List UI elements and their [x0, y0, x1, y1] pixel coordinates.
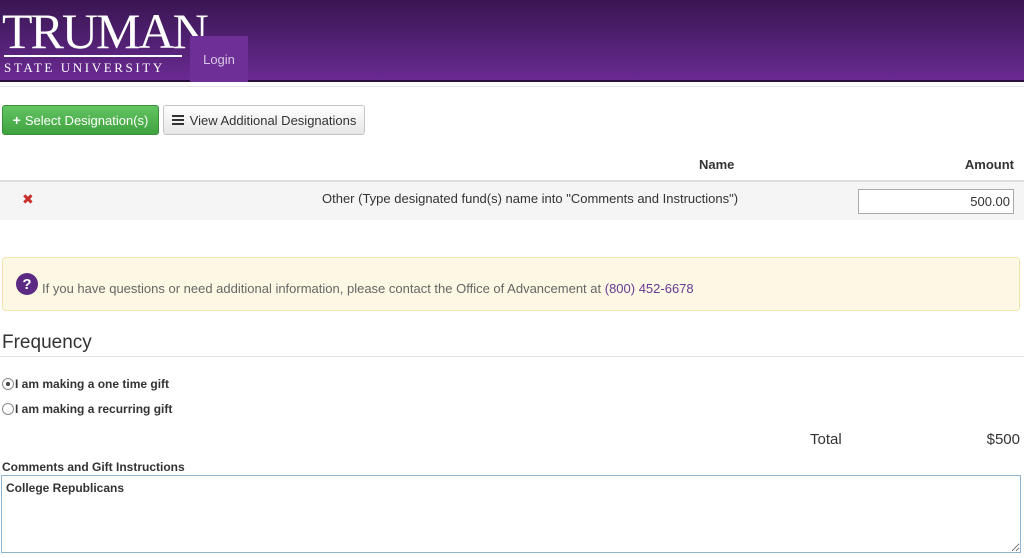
info-alert: ? If you have questions or need addition…: [2, 257, 1020, 311]
advancement-phone-link[interactable]: (800) 452-6678: [605, 281, 694, 296]
site-header: TRUMAN STATE UNIVERSITY Login: [0, 0, 1024, 82]
comments-label: Comments and Gift Instructions: [2, 460, 185, 474]
truman-logo[interactable]: TRUMAN STATE UNIVERSITY: [2, 6, 209, 76]
recurring-gift-label: I am making a recurring gift: [15, 402, 173, 416]
list-icon: [171, 115, 184, 125]
frequency-heading: Frequency: [2, 332, 92, 353]
one-time-gift-label: I am making a one time gift: [15, 377, 170, 391]
remove-x-icon[interactable]: ✖: [22, 191, 34, 208]
total-value: $500: [986, 431, 1020, 448]
logo-subtitle: STATE UNIVERSITY: [4, 60, 165, 75]
recurring-gift-radio[interactable]: [2, 403, 14, 415]
table-row: ✖ Other (Type designated fund(s) name in…: [0, 182, 1024, 220]
one-time-gift-option[interactable]: I am making a one time gift: [2, 377, 169, 391]
view-additional-designations-button[interactable]: View Additional Designations: [163, 105, 365, 135]
plus-icon: +: [12, 112, 21, 128]
select-designations-button[interactable]: + Select Designation(s): [2, 105, 159, 135]
logo-divider: [4, 55, 182, 57]
column-header-amount: Amount: [964, 157, 1014, 172]
select-designations-label: Select Designation(s): [24, 112, 149, 128]
amount-input[interactable]: [858, 189, 1014, 214]
logo-wordmark: TRUMAN: [2, 3, 209, 59]
one-time-gift-radio[interactable]: [2, 378, 14, 390]
recurring-gift-option[interactable]: I am making a recurring gift: [2, 402, 172, 416]
question-circle-icon: ?: [16, 273, 38, 295]
login-tab[interactable]: Login: [190, 36, 248, 82]
frequency-divider: [0, 356, 1024, 357]
column-header-name: Name: [699, 157, 735, 172]
comments-textarea[interactable]: College Republicans: [1, 475, 1021, 553]
header-divider: [0, 86, 1024, 87]
total-label: Total: [810, 431, 842, 448]
view-additional-label: View Additional Designations: [189, 112, 357, 128]
alert-text: If you have questions or need additional…: [42, 281, 605, 296]
alert-message: If you have questions or need additional…: [42, 281, 694, 296]
designation-name: Other (Type designated fund(s) name into…: [322, 191, 739, 206]
